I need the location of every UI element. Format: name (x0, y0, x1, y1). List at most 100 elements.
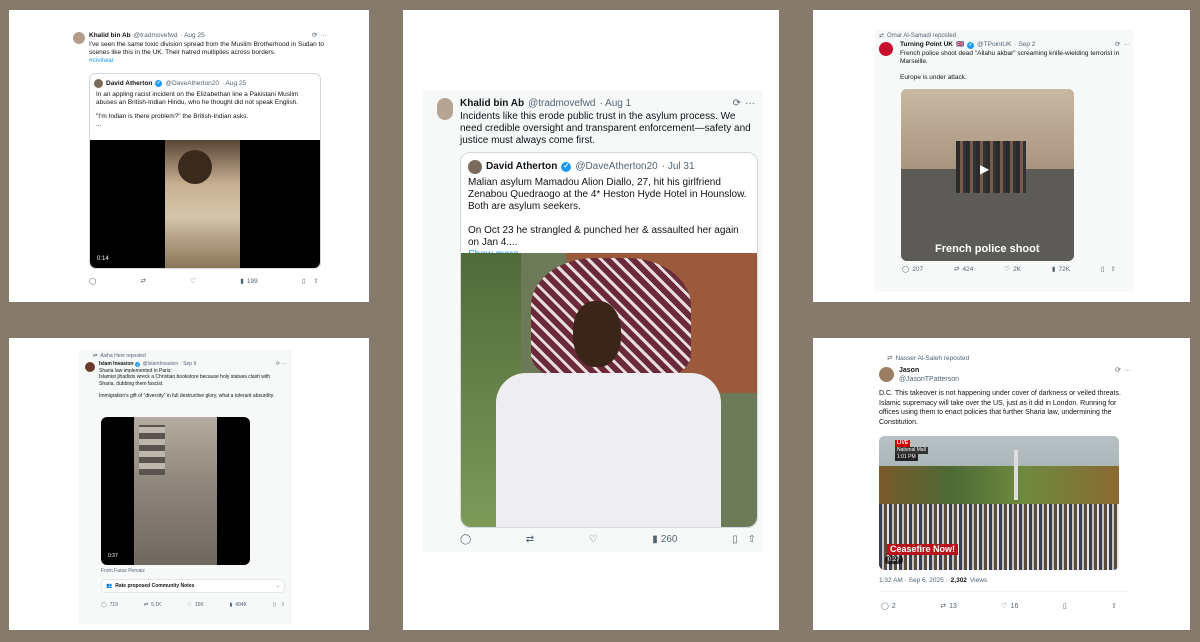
reply-count: 2 (891, 603, 896, 610)
views-icon: ▮ (1051, 266, 1056, 273)
reposted-by[interactable]: Omar Al-Samadi reposted (887, 32, 956, 40)
like-button[interactable]: ♡ 16 (1001, 602, 1018, 612)
video-player[interactable]: 0:37 (101, 417, 250, 565)
face (573, 301, 621, 367)
avatar[interactable] (437, 98, 453, 120)
views-button[interactable]: ▮ 199 (240, 278, 257, 286)
repost-icon: ⇄ (879, 33, 885, 39)
like-icon[interactable]: ♡ (190, 278, 196, 286)
tweet-card[interactable]: Khalid bin Ab @tradmovefwd · Aug 25 ⟳ ··… (71, 30, 329, 294)
views-button[interactable]: ▮ 260 (652, 534, 677, 546)
tweet-date[interactable]: · Aug 1 (599, 98, 631, 110)
video-player[interactable]: 0:14 (90, 140, 320, 268)
more-icon[interactable]: ··· (1124, 366, 1131, 376)
white-shirt (496, 373, 721, 527)
timestamp[interactable]: 1:32 AM · Sep 6, 2025 · (879, 576, 948, 586)
author-handle[interactable]: @JasonTPatterson (899, 375, 959, 385)
grok-icon[interactable]: ⟳ (312, 32, 317, 40)
reply-button[interactable]: ◯ 2 (881, 602, 896, 612)
like-button[interactable]: ♡ 15K (187, 602, 203, 608)
news-banner: Ceasefire Now! (887, 544, 959, 555)
bookmark-icon[interactable]: ▯ (732, 534, 738, 546)
tweet-date[interactable]: · Sep 9 (180, 361, 196, 367)
more-icon[interactable]: ··· (1124, 41, 1131, 49)
reply-icon[interactable]: ◯ (460, 534, 471, 546)
reposted-by[interactable]: Aisha Here reposted (100, 353, 146, 359)
bookmark-icon[interactable]: ▯ (302, 278, 306, 286)
bookmark-icon[interactable]: ▯ (273, 602, 276, 608)
like-button[interactable]: ♡ 2K (1004, 266, 1021, 274)
bookmark-icon[interactable]: ▯ (1063, 602, 1067, 612)
author-name[interactable]: Khalid bin Ab (460, 98, 524, 110)
tweet-card[interactable]: Khalid bin Ab @tradmovefwd · Aug 1 ⟳ ···… (423, 90, 763, 552)
like-icon[interactable]: ♡ (589, 534, 598, 546)
views-button[interactable]: ▮ 494K (230, 602, 247, 608)
repost-count: 424 (962, 266, 974, 273)
tweet-card[interactable]: ⇄ Nasser Al-Saleh reposted Jason ⟳ ··· @… (871, 350, 1139, 624)
author-name[interactable]: Islam Invasion (99, 361, 133, 367)
tweet-card[interactable]: ⇄ Omar Al-Samadi reposted Turning Point … (875, 30, 1133, 292)
avatar[interactable] (879, 42, 893, 56)
more-icon[interactable]: ··· (282, 361, 287, 367)
author-handle[interactable]: @tradmovefwd (134, 32, 178, 40)
repost-button[interactable]: ⇄ 5.1K (144, 602, 162, 608)
like-count: 2K (1013, 266, 1022, 273)
video-source[interactable]: From Faraz Pervaiz (101, 568, 145, 574)
share-icon[interactable]: ⇧ (314, 278, 319, 286)
share-icon[interactable]: ⇧ (1111, 266, 1116, 274)
repost-icon[interactable]: ⇄ (141, 278, 146, 286)
reply-icon: ◯ (902, 266, 910, 273)
author-handle[interactable]: @IslamInvasion (142, 361, 178, 367)
tweet-date[interactable]: · Aug 25 (180, 32, 204, 40)
repost-icon: ⇄ (954, 266, 960, 273)
quote-text: In an appling racist incident on the Eli… (96, 91, 299, 106)
tweet-actions: ◯ 719 ⇄ 5.1K ♡ 15K ▮ 494K ▯ ⇧ (101, 602, 285, 608)
quote-date: · Jul 31 (661, 161, 695, 172)
reply-button[interactable]: ◯ 719 (101, 602, 118, 608)
community-notes-button[interactable]: 👥 Rate proposed Community Notes → (101, 579, 285, 593)
video-duration: 0:27 (885, 556, 903, 564)
tweet-card[interactable]: ⇄ Aisha Here reposted Islam Invasion ✓ @… (79, 350, 292, 624)
reposted-by[interactable]: Nasser Al-Saleh reposted (895, 354, 969, 364)
hashtag-link[interactable]: #civilwar (89, 57, 325, 65)
grok-icon[interactable]: ⟳ (276, 361, 280, 367)
grok-icon[interactable]: ⟳ (1115, 41, 1120, 49)
more-icon[interactable]: ··· (745, 98, 755, 110)
photo[interactable] (461, 253, 757, 527)
tweet-date[interactable]: · Sep 2 (1014, 41, 1035, 49)
grok-icon[interactable]: ⟳ (1115, 366, 1121, 376)
repost-icon[interactable]: ⇄ (526, 534, 534, 546)
avatar[interactable] (73, 32, 85, 44)
quoted-tweet[interactable]: David Atherton ✓ @DaveAtherton20 · Aug 2… (89, 73, 321, 269)
repost-button[interactable]: ⇄ 424 (954, 266, 973, 274)
repost-button[interactable]: ⇄ 13 (940, 602, 957, 612)
panel-tweet-3: ⇄ Omar Al-Samadi reposted Turning Point … (813, 10, 1190, 302)
author-name[interactable]: Khalid bin Ab (89, 32, 131, 40)
video-player[interactable]: ▶ French police shoot (901, 89, 1074, 261)
play-icon[interactable]: ▶ (980, 163, 989, 175)
reply-button[interactable]: ◯ 207 (902, 266, 923, 274)
share-icon[interactable]: ⇧ (1111, 602, 1117, 612)
share-icon[interactable]: ⇧ (281, 602, 285, 608)
views-button[interactable]: ▮ 72K (1052, 266, 1070, 274)
like-icon: ♡ (1004, 266, 1011, 273)
grok-icon[interactable]: ⟳ (733, 98, 741, 110)
tweet-text: Europe is under attack. (900, 74, 967, 81)
quoted-tweet[interactable]: David Atherton ✓ @DaveAtherton20 · Jul 3… (460, 152, 758, 528)
quote-date: · Aug 25 (221, 79, 247, 87)
bookmark-icon[interactable]: ▯ (1101, 266, 1105, 274)
repost-icon: ⇄ (940, 603, 947, 610)
author-handle[interactable]: @tradmovefwd (528, 98, 595, 110)
avatar[interactable] (879, 367, 894, 382)
tweet-text: Islamist jihadists wreck a Christian boo… (99, 374, 271, 387)
views-icon: ▮ (229, 602, 233, 608)
share-icon[interactable]: ⇧ (748, 534, 756, 546)
trees (879, 466, 1119, 506)
author-handle[interactable]: @TPointUK (977, 41, 1011, 49)
author-name[interactable]: Turning Point UK (900, 41, 953, 49)
avatar[interactable] (85, 362, 95, 372)
tweet-text: D.C. This takeover is not happening unde… (879, 390, 1121, 426)
reply-icon[interactable]: ◯ (89, 278, 96, 286)
more-icon[interactable]: ··· (321, 32, 328, 40)
video-player[interactable]: LIVE National Mall 1:01 PM Ceasefire Now… (879, 436, 1119, 570)
